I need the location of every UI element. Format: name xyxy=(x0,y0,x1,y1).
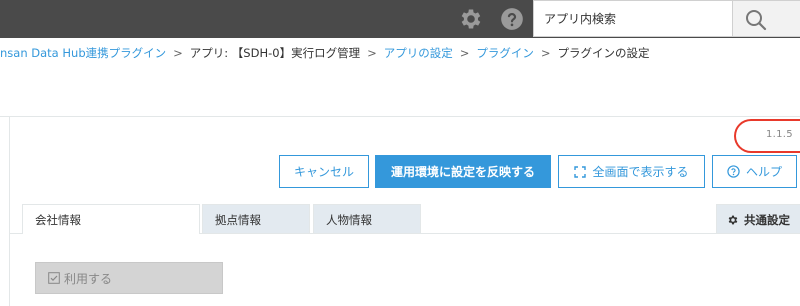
top-header-bar xyxy=(0,0,800,38)
apply-to-production-button[interactable]: 運用環境に設定を反映する xyxy=(375,155,551,188)
breadcrumb-separator: > xyxy=(540,46,551,60)
use-checkbox-label: 利用する xyxy=(64,271,113,286)
tab-label: 拠点情報 xyxy=(215,212,261,227)
fullscreen-icon xyxy=(574,165,587,178)
tab-person-info[interactable]: 人物情報 xyxy=(313,204,421,234)
search-button[interactable] xyxy=(733,0,800,37)
breadcrumb-plugin-settings: プラグインの設定 xyxy=(557,46,650,60)
tab-baseline xyxy=(200,233,800,234)
app-search-field[interactable] xyxy=(533,0,733,37)
tab-baseline xyxy=(9,233,22,234)
cancel-button-label: キャンセル xyxy=(293,165,354,179)
breadcrumb-plugins[interactable]: プラグイン xyxy=(476,45,534,61)
breadcrumb-separator: > xyxy=(173,46,183,60)
breadcrumb-plugin-name[interactable]: nsan Data Hub連携プラグイン xyxy=(0,45,166,61)
tab-label: 共通設定 xyxy=(744,212,790,227)
search-icon xyxy=(746,10,767,31)
fullscreen-button[interactable]: 全画面で表示する xyxy=(558,155,705,188)
content-left-border xyxy=(9,117,10,306)
tab-company-info[interactable]: 会社情報 xyxy=(22,204,200,234)
breadcrumb-app-settings[interactable]: アプリの設定 xyxy=(384,45,453,61)
tab-location-info[interactable]: 拠点情報 xyxy=(202,204,310,234)
search-input[interactable] xyxy=(534,1,732,36)
fullscreen-button-label: 全画面で表示する xyxy=(592,165,689,179)
breadcrumb: nsan Data Hub連携プラグイン > アプリ: 【SDH-0】実行ログ管… xyxy=(0,45,650,61)
tab-label: 人物情報 xyxy=(326,212,372,227)
gear-icon[interactable] xyxy=(458,6,484,32)
breadcrumb-separator: > xyxy=(367,46,377,60)
help-button[interactable]: ヘルプ xyxy=(712,155,797,188)
breadcrumb-separator: > xyxy=(459,46,470,60)
plugin-version: 1.1.5 xyxy=(766,129,793,140)
help-button-label: ヘルプ xyxy=(745,165,782,179)
gear-icon xyxy=(727,214,739,226)
cancel-button[interactable]: キャンセル xyxy=(279,155,369,188)
tab-label: 会社情報 xyxy=(35,212,81,227)
checkbox-icon xyxy=(48,272,60,284)
content-divider xyxy=(0,116,800,117)
question-circle-icon xyxy=(727,165,740,178)
use-checkbox-button[interactable]: 利用する xyxy=(35,262,223,294)
apply-button-label: 運用環境に設定を反映する xyxy=(390,165,535,179)
breadcrumb-app-name: アプリ: 【SDH-0】実行ログ管理 xyxy=(189,46,361,60)
help-icon[interactable] xyxy=(499,6,525,32)
tab-common-settings[interactable]: 共通設定 xyxy=(716,204,800,234)
